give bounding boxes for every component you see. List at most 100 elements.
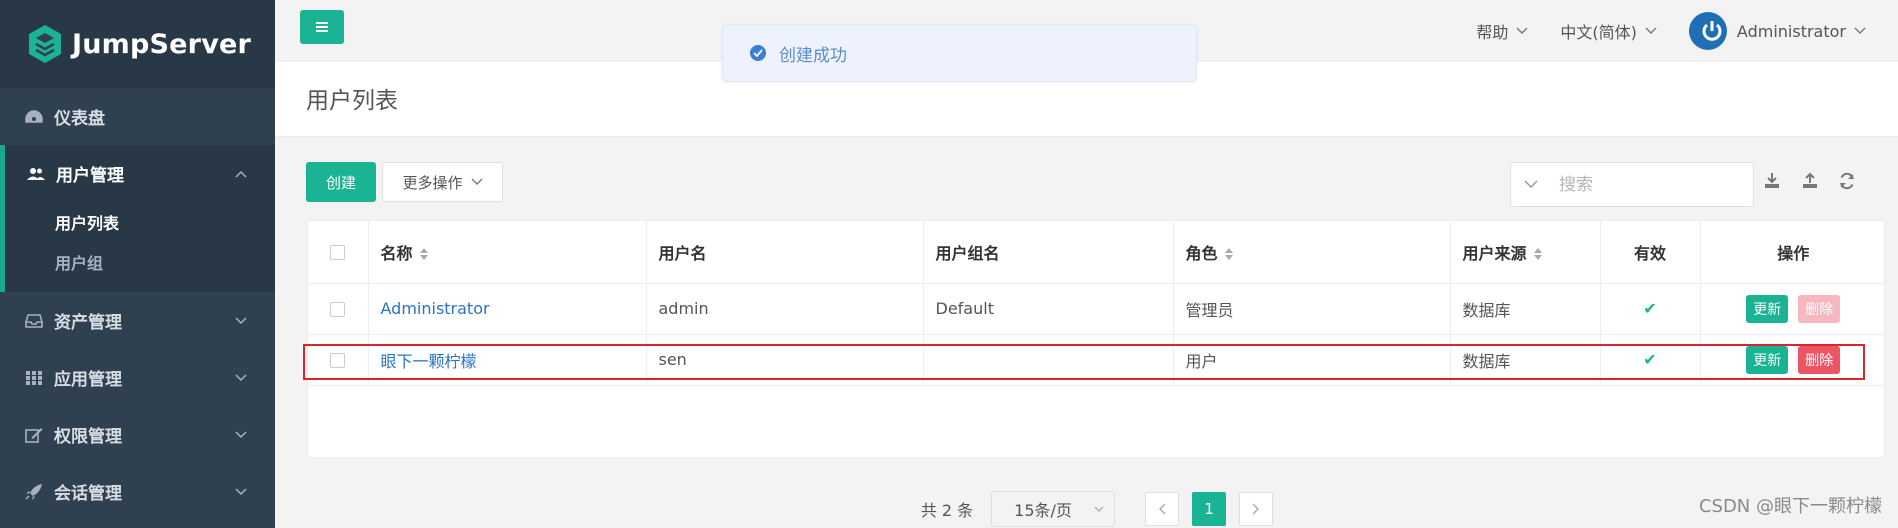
- sidebar-item-dashboard[interactable]: 仪表盘: [0, 88, 275, 145]
- sidebar-subitem-user-list[interactable]: 用户列表: [5, 202, 275, 242]
- sidebar-item-label: 仪表盘: [54, 109, 105, 129]
- topnav: 帮助 中文(简体) Administrator: [1476, 0, 1898, 62]
- sidebar-item-applications[interactable]: 应用管理: [0, 349, 275, 406]
- pagination: 共 2 条 15条/页 1: [308, 491, 1886, 527]
- cell-actions: 更新 删除: [1700, 283, 1886, 335]
- logo[interactable]: JumpServer: [0, 0, 275, 88]
- sidebar-item-sessions[interactable]: 会话管理: [0, 463, 275, 520]
- jumpserver-logo-icon: [29, 25, 61, 63]
- refresh-icon[interactable]: [1837, 171, 1857, 191]
- edit-icon: [25, 427, 43, 443]
- column-header-source[interactable]: 用户来源: [1450, 221, 1601, 284]
- cell-role: 管理员: [1173, 283, 1451, 335]
- check-icon: ✔: [1643, 350, 1657, 369]
- success-toast: 创建成功: [722, 24, 1197, 82]
- cell-source: 数据库: [1450, 334, 1601, 386]
- cell-username: sen: [646, 334, 924, 386]
- cell-name: 眼下一颗柠檬: [368, 334, 647, 386]
- page-size-select[interactable]: 15条/页: [991, 491, 1116, 527]
- success-icon: [750, 45, 766, 61]
- column-header-valid: 有效: [1600, 221, 1701, 284]
- language-label: 中文(简体): [1560, 23, 1637, 42]
- upload-icon[interactable]: [1800, 171, 1820, 191]
- column-header-username: 用户名: [646, 221, 924, 284]
- column-header-group: 用户组名: [923, 221, 1174, 284]
- user-name-link[interactable]: 眼下一颗柠檬: [381, 352, 477, 371]
- chevron-left-icon: [1159, 503, 1166, 515]
- users-icon: [27, 167, 45, 180]
- chevron-down-icon: [1516, 27, 1528, 34]
- help-label: 帮助: [1476, 23, 1509, 42]
- chevron-down-icon: [235, 430, 247, 438]
- app-name: JumpServer: [72, 28, 252, 60]
- cell-actions: 更新 删除: [1700, 334, 1886, 386]
- user-name-link[interactable]: Administrator: [381, 299, 490, 318]
- cell-name: Administrator: [368, 283, 647, 335]
- row-checkbox[interactable]: [330, 353, 346, 368]
- cell-group: [923, 334, 1174, 386]
- dashboard-icon: [25, 109, 43, 123]
- sidebar-subitem-user-group[interactable]: 用户组: [5, 242, 275, 282]
- column-header-role[interactable]: 角色: [1173, 221, 1451, 284]
- sidebar-item-assets[interactable]: 资产管理: [0, 292, 275, 349]
- cell-valid: ✔: [1600, 283, 1701, 335]
- search-box: [1510, 162, 1754, 207]
- more-actions-label: 更多操作: [402, 173, 463, 192]
- chevron-down-icon: [471, 178, 482, 185]
- row-select-cell: [308, 334, 369, 386]
- column-label: 用户来源: [1462, 243, 1527, 263]
- download-icon[interactable]: [1762, 171, 1782, 191]
- delete-button[interactable]: 删除: [1798, 345, 1841, 374]
- chevron-down-icon: [235, 373, 247, 381]
- sort-icon: [419, 248, 428, 261]
- sidebar-item-label: 资产管理: [54, 313, 122, 333]
- row-checkbox[interactable]: [330, 302, 346, 317]
- chevron-down-icon: [1854, 27, 1866, 34]
- sidebar-item-label: 用户管理: [56, 166, 124, 186]
- table-header-row: 名称 用户名 用户组名 角色 用户来源 有效 操作: [308, 221, 1886, 284]
- cell-source: 数据库: [1450, 283, 1601, 335]
- create-button[interactable]: 创建: [306, 162, 376, 202]
- more-actions-button[interactable]: 更多操作: [382, 162, 503, 202]
- chevron-right-icon: [1252, 503, 1260, 515]
- user-menu[interactable]: Administrator: [1688, 12, 1866, 50]
- column-label: 名称: [380, 243, 413, 263]
- column-label: 角色: [1185, 243, 1218, 263]
- chevron-up-icon: [235, 170, 247, 178]
- column-header-name[interactable]: 名称: [368, 221, 647, 284]
- search-filter-dropdown[interactable]: [1511, 163, 1551, 206]
- chevron-down-icon: [1094, 506, 1104, 512]
- sidebar-group-users: 用户管理 用户列表 用户组: [0, 145, 275, 292]
- user-name: Administrator: [1736, 21, 1846, 41]
- sidebar-item-label: 会话管理: [54, 484, 122, 504]
- hamburger-icon: [316, 22, 328, 32]
- chevron-down-icon: [235, 316, 247, 324]
- main-content: 创建 更多操作 名称 用户名 用户组名 角色 用户来源: [275, 137, 1898, 528]
- chevron-down-icon: [1524, 180, 1538, 189]
- prev-page-button[interactable]: [1145, 492, 1180, 526]
- sidebar-item-users[interactable]: 用户管理: [5, 145, 275, 202]
- next-page-button[interactable]: [1239, 492, 1274, 526]
- rocket-icon: [25, 483, 42, 500]
- user-table: 名称 用户名 用户组名 角色 用户来源 有效 操作 Administrator …: [307, 220, 1886, 527]
- page-number-current[interactable]: 1: [1192, 492, 1227, 526]
- sidebar-nav: 仪表盘 用户管理 用户列表 用户组 资产管理 应用管理 权限管理 会话管理: [0, 88, 275, 520]
- delete-button[interactable]: 删除: [1798, 294, 1841, 323]
- avatar: [1688, 12, 1727, 50]
- cell-role: 用户: [1173, 334, 1451, 386]
- sort-icon: [1224, 248, 1233, 261]
- update-button[interactable]: 更新: [1746, 294, 1789, 323]
- sidebar-submenu: 用户列表 用户组: [5, 202, 275, 292]
- select-all-cell: [308, 221, 369, 284]
- help-menu[interactable]: 帮助: [1476, 19, 1528, 43]
- sidebar-toggle-button[interactable]: [300, 10, 344, 44]
- search-input[interactable]: [1559, 174, 1739, 195]
- chevron-down-icon: [235, 487, 247, 495]
- sidebar-item-permissions[interactable]: 权限管理: [0, 406, 275, 463]
- update-button[interactable]: 更新: [1746, 345, 1789, 374]
- select-all-checkbox[interactable]: [330, 245, 346, 261]
- table-row: Administrator admin Default 管理员 数据库 ✔ 更新…: [308, 283, 1886, 335]
- pagination-total: 共 2 条: [920, 501, 974, 520]
- watermark: CSDN @眼下一颗柠檬: [1698, 496, 1882, 517]
- language-menu[interactable]: 中文(简体): [1560, 19, 1657, 43]
